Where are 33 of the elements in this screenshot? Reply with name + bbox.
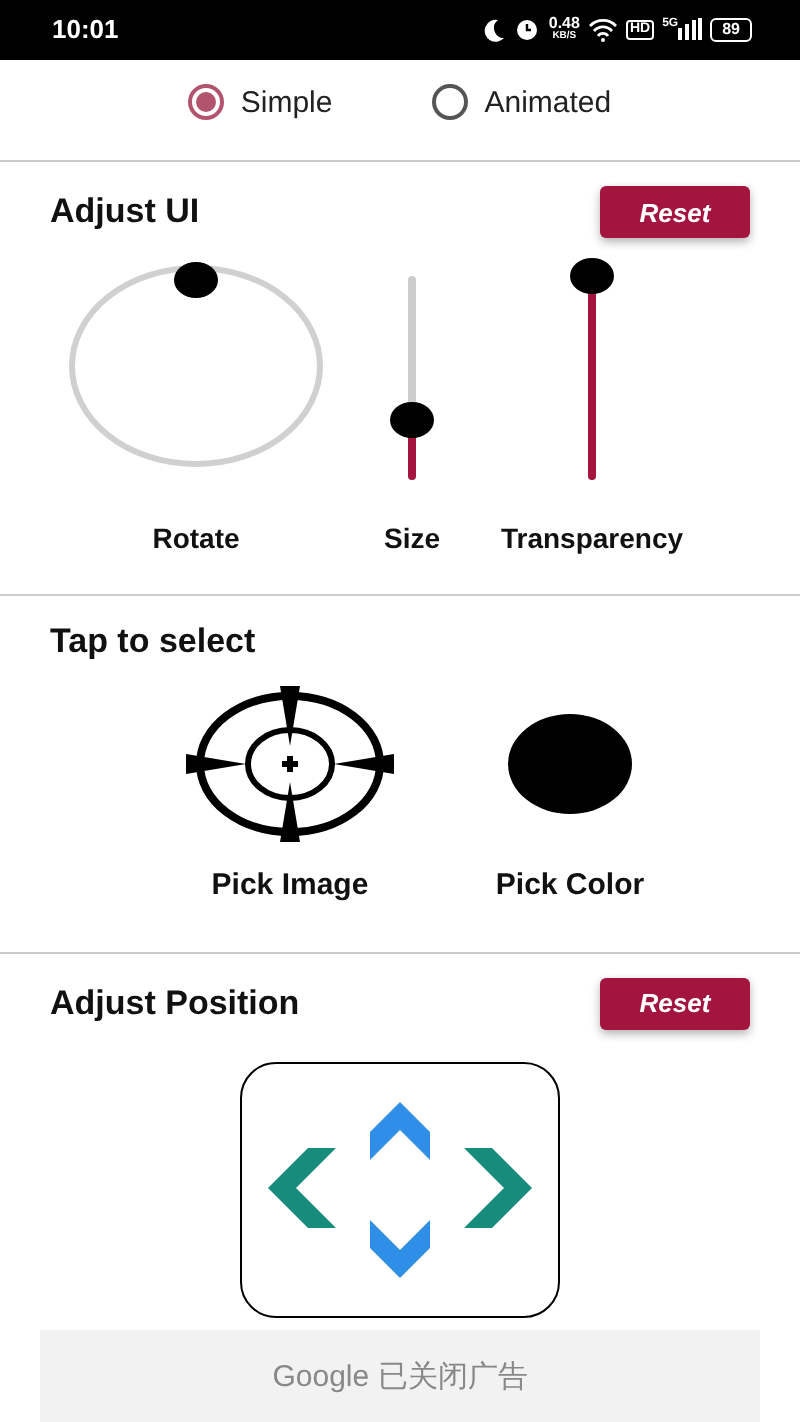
ad-notice: Google 已关闭广告 [272,1357,528,1396]
pick-label: Pick Color [495,867,645,902]
alarm-icon [514,16,541,43]
section-title: Adjust UI [50,192,200,233]
battery-level: 89 [710,17,752,42]
pick-option[interactable]: Pick Color [450,683,690,902]
control-label: Transparency [500,522,684,555]
pick-label: Pick Image [211,867,369,902]
moon-icon [482,17,507,42]
pick-option[interactable]: Pick Image [170,683,410,902]
radio-button[interactable] [188,84,225,121]
rotate-dial[interactable] [68,262,324,471]
crosshair-icon [186,683,394,844]
reset-button[interactable]: Reset [600,186,750,239]
clock-time: 10:01 [52,14,119,45]
signal-icon [678,18,703,41]
radio-option[interactable]: Animated [432,84,612,121]
right-chevron-icon[interactable] [464,1147,532,1228]
wifi-icon [587,17,618,42]
control-label: Rotate [152,522,240,555]
slider-thumb[interactable] [390,401,434,438]
left-chevron-icon[interactable] [268,1147,336,1228]
network-speed: 0.48 [548,15,580,30]
dial-knob[interactable] [174,262,218,299]
reset-button[interactable]: Reset [600,977,750,1030]
control-label: Size [383,522,440,555]
radio-button[interactable] [432,84,469,121]
radio-label: Simple [240,85,333,120]
section-title: Adjust Position [50,983,300,1024]
slider-thumb[interactable] [570,258,614,295]
radio-label: Animated [484,85,612,120]
radio-option[interactable]: Simple [188,84,333,121]
section-title: Tap to select [50,621,256,662]
